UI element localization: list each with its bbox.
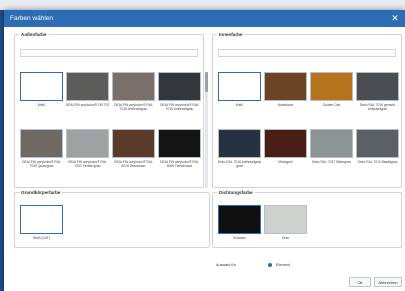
scrollbar-thumb[interactable] xyxy=(205,72,208,92)
innenfarbe-group: Innenfarbe Weiß Nussbaum Golden Oak Deko RA… xyxy=(212,32,402,188)
dichtungsfarbe-swatch-grid: Schwarz Grau xyxy=(213,205,399,250)
aussenfarbe-swatch[interactable] xyxy=(20,72,63,101)
innenfarbe-swatch-label: Deko RAL 7012 Basaltgrau xyxy=(357,160,398,164)
innenfarbe-swatch-grid: Weiß Nussbaum Golden Oak Deko RAL 7016 gena… xyxy=(213,72,399,190)
aussenfarbe-swatch-label: Weiß xyxy=(37,103,46,107)
innenfarbe-swatch-label: Weiß xyxy=(235,103,244,107)
close-icon[interactable]: ✕ xyxy=(389,12,401,24)
innenfarbe-swatch-label: Deko RAL 7037 Silbergrau xyxy=(311,160,352,164)
color-picker-dialog: Farben wählen ✕ Außenfarbe Weiß DEALFIN a… xyxy=(4,10,405,291)
aussenfarbe-swatch[interactable] xyxy=(158,72,201,101)
innenfarbe-swatch-label: Deko RAL 7016 genarbt Anthrazitgrau xyxy=(359,103,396,111)
aussenfarbe-swatch[interactable] xyxy=(20,129,63,158)
aussenfarbe-swatch-label: DEALFIN acrylcolor® RAL 7001 Fenstergrau xyxy=(68,160,107,168)
aussenfarbe-swatch[interactable] xyxy=(66,72,109,101)
aussenfarbe-swatch[interactable] xyxy=(112,129,155,158)
aussenfarbe-group: Außenfarbe Weiß DEALFIN acrylcolor® DB 70… xyxy=(14,32,208,190)
innenfarbe-swatch-label: Deko RAL 7016 Anthrazitgrau glatt xyxy=(217,160,262,168)
grundkoerperfarbe-group: Grundkörperfarbe Weiß (CAT) xyxy=(14,190,210,248)
innenfarbe-swatch[interactable] xyxy=(218,72,261,101)
dichtungsfarbe-legend: Dichtungsfarbe xyxy=(219,190,253,195)
innenfarbe-swatch[interactable] xyxy=(356,129,399,158)
grundkoerperfarbe-legend: Grundkörperfarbe xyxy=(21,190,61,195)
aussenfarbe-swatch-grid: Weiß DEALFIN acrylcolor® DB 703 DEALFIN ac… xyxy=(15,72,201,190)
aussenfarbe-legend: Außenfarbe xyxy=(21,32,47,37)
innenfarbe-legend: Innenfarbe xyxy=(219,32,243,37)
dichtungsfarbe-swatch-label: Schwarz xyxy=(233,236,246,240)
dialog-title: Farben wählen xyxy=(10,15,53,22)
grundkoerperfarbe-swatch-label: Weiß (CAT) xyxy=(32,236,51,240)
aussenfarbe-swatch-label: DEALFIN acrylcolor® DB 703 xyxy=(65,103,110,107)
aussenfarbe-swatch-label: DEALFIN acrylcolor® RAL 7015 Anthrazitgr… xyxy=(160,103,199,111)
aussenfarbe-scrollbar[interactable] xyxy=(205,72,208,188)
innenfarbe-swatch[interactable] xyxy=(264,129,307,158)
innenfarbe-swatch[interactable] xyxy=(264,72,307,101)
innenfarbe-swatch[interactable] xyxy=(310,72,353,101)
aussenfarbe-swatch-label: DEALFIN acrylcolor® RAL 7039 Quarzgrau xyxy=(22,160,61,168)
aussenfarbe-swatch-label: DEALFIN acrylcolor® RAL 9005 Tiefschwarz xyxy=(160,160,199,168)
innenfarbe-swatch-label: Nussbaum xyxy=(277,103,294,107)
selection-for-label: Auswahl für xyxy=(216,263,236,267)
aussenfarbe-swatch[interactable] xyxy=(66,129,109,158)
dichtungsfarbe-group: Dichtungsfarbe Schwarz Grau xyxy=(212,190,402,248)
aussenfarbe-swatch-label: DEALFIN acrylcolor® RAL 8019 Graubraun xyxy=(114,160,153,168)
element-radio-label: Element xyxy=(276,263,290,267)
aussenfarbe-swatch-label: DEALFIN acrylcolor® RAL 7016 Anthrazitgr… xyxy=(114,103,153,111)
innenfarbe-swatch[interactable] xyxy=(356,72,399,101)
grundkoerperfarbe-swatch-grid: Weiß (CAT) xyxy=(15,205,205,250)
dichtungsfarbe-swatch-label: Grau xyxy=(281,236,290,240)
element-radio[interactable] xyxy=(268,263,272,267)
background-header xyxy=(0,0,405,10)
aussenfarbe-swatch[interactable] xyxy=(112,72,155,101)
dialog-titlebar: Farben wählen ✕ xyxy=(4,10,405,27)
ok-button[interactable]: Ok xyxy=(349,277,371,287)
aussenfarbe-swatch[interactable] xyxy=(158,129,201,158)
innenfarbe-swatch[interactable] xyxy=(218,129,261,158)
cancel-button[interactable]: Abbrechen xyxy=(374,277,402,287)
innenfarbe-swatch[interactable] xyxy=(310,129,353,158)
dichtungsfarbe-swatch[interactable] xyxy=(218,205,261,234)
dichtungsfarbe-swatch[interactable] xyxy=(264,205,307,234)
grundkoerperfarbe-swatch[interactable] xyxy=(20,205,63,234)
aussenfarbe-search-input[interactable] xyxy=(20,49,198,57)
innenfarbe-swatch-label: Mahagoni xyxy=(278,160,293,164)
innenfarbe-search-input[interactable] xyxy=(218,49,396,57)
innenfarbe-swatch-label: Golden Oak xyxy=(322,103,341,107)
